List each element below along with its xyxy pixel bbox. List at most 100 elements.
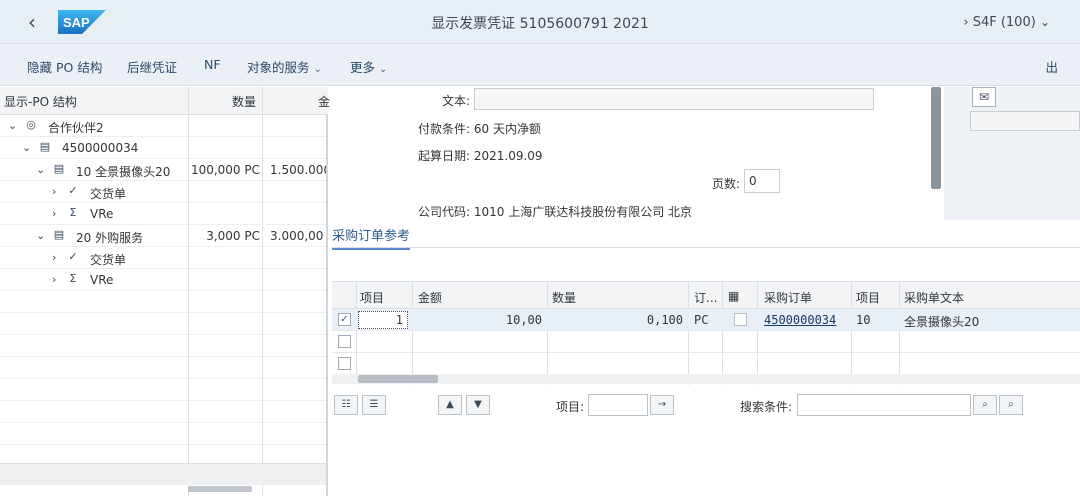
chevron-down-icon[interactable]: ⌄ [36,163,45,176]
more-menu[interactable]: 更多 ⌄ [350,57,387,76]
hide-po-structure-button[interactable]: 隐藏 PO 结构 [27,57,102,76]
tree-row-amount: 1.500.000 [270,163,326,177]
col-order-unit[interactable]: 订... [694,289,717,306]
payment-terms: 付款条件: 60 天内净额 [418,122,541,136]
col-po-item[interactable]: 项目 [856,289,880,306]
col-item[interactable]: 项目 [360,289,384,306]
tree-row[interactable]: ⌄ ▤ 10 全景摄像头20 100,000 PC 1.500.000 [0,159,326,181]
tree-row-empty [0,357,326,379]
tree-header-qty[interactable]: 数量 [232,93,256,110]
system-arrow-icon: › [963,15,969,30]
pages-field[interactable]: 0 [744,169,780,193]
tree-row-label: VRe [90,207,114,221]
tree-header: 显示-PO 结构 数量 金 [0,87,330,115]
unit-cell: PC [694,313,709,327]
tree-row-label: 20 外购服务 [76,231,144,245]
goods-receipt-icon: ✓ [68,184,78,197]
chevron-right-icon[interactable]: › [52,207,56,220]
tree-row-label: 合作伙伴2 [48,121,104,135]
system-menu[interactable]: › S4F (100) ⌄ [963,15,1050,30]
search-label: 搜索条件: [740,400,793,414]
tree-row[interactable]: ⌄ ◎ 合作伙伴2 [0,115,326,137]
po-item-cell: 10 [856,313,871,327]
object-services-menu[interactable]: 对象的服务 ⌄ [247,57,322,76]
tree-row-empty [0,379,326,401]
chevron-right-icon[interactable]: › [52,185,56,198]
chevron-down-icon: ⌄ [313,64,322,75]
vertical-scrollbar[interactable] [931,87,941,189]
search-next-icon[interactable]: ⌕ [999,395,1023,415]
grid-header: 项目 金额 数量 订... ▦ 采购订单 项目 采购单文本 [332,281,1080,309]
row-checkbox[interactable]: ✓ [338,313,351,326]
mail-button[interactable]: ✉ [972,87,996,107]
sort-up-icon[interactable]: ▲ [438,395,462,415]
chevron-down-icon[interactable]: ⌄ [22,141,31,154]
tree-row-qty: 100,000 PC [190,163,260,177]
col-quantity[interactable]: 数量 [552,289,576,306]
col-amount[interactable]: 金额 [418,289,442,306]
tab-strip: 采购订单参考 [332,221,1080,250]
table-row[interactable] [332,331,1080,353]
page-title: 显示发票凭证 5105600791 2021 [431,16,649,32]
tree-row-empty [0,313,326,335]
tree-row-qty: 3,000 PC [206,229,260,243]
tab-po-reference[interactable]: 采购订单参考 [332,225,411,250]
col-po[interactable]: 采购订单 [764,289,812,306]
item-input[interactable] [588,394,648,416]
deselect-all-icon[interactable]: ☰ [362,395,386,415]
grid-scroll-track[interactable] [332,374,1080,384]
col-po-text[interactable]: 采购单文本 [904,289,964,306]
tree-row[interactable]: › ✓ 交货单 [0,181,326,203]
search-input[interactable] [797,394,971,416]
nf-button[interactable]: NF [204,57,221,72]
toolbar-label: 后继凭证 [127,60,178,75]
goto-icon[interactable]: → [650,395,674,415]
tree-row-label: 交货单 [90,253,127,267]
select-all-icon[interactable]: ☷ [334,395,358,415]
follow-on-documents-button[interactable]: 后继凭证 [127,57,177,76]
grid-horizontal-scrollbar[interactable] [358,375,438,383]
amount-cell: 10,00 [505,313,542,327]
exit-button[interactable]: 出 [1045,57,1058,76]
person-icon: ◎ [26,118,36,131]
table-row[interactable] [332,353,1080,375]
baseline-date: 起算日期: 2021.09.09 [418,149,543,163]
chevron-down-icon: ⌄ [1039,15,1050,29]
chevron-down-icon[interactable]: ⌄ [8,119,17,132]
po-link[interactable]: 4500000034 [764,313,836,327]
toolbar: 隐藏 PO 结构 后继凭证 NF 对象的服务 ⌄ 更多 ⌄ 出 [0,44,1080,86]
pages-label: 页数: [712,177,741,191]
row-flag-checkbox[interactable] [734,313,747,326]
document-icon: ▤ [53,228,65,241]
row-checkbox[interactable] [338,357,351,370]
text-field[interactable] [474,88,874,110]
toolbar-label: NF [204,57,221,72]
text-label: 文本: [442,94,471,108]
tree-row-empty [0,423,326,445]
tree-header-amount[interactable]: 金 [318,93,330,110]
tree-row[interactable]: ⌄ ▤ 20 外购服务 3,000 PC 3.000,00 € [0,225,326,247]
search-icon[interactable]: ⌕ [973,395,997,415]
side-panel [944,87,1080,220]
row-checkbox[interactable] [338,335,351,348]
tree-row[interactable]: › ✓ 交货单 [0,247,326,269]
calendar-icon[interactable]: ▦ [728,289,739,303]
tree-row-label: 10 全景摄像头20 [76,165,171,179]
sort-down-icon[interactable]: ▼ [466,395,490,415]
chevron-down-icon: ⌄ [379,64,388,75]
horizontal-scrollbar[interactable] [188,486,252,492]
chevron-down-icon[interactable]: ⌄ [36,229,45,242]
side-field[interactable] [970,111,1080,131]
table-row[interactable]: ✓ 1 10,00 0,100 PC 4500000034 10 全景摄像头20 [332,309,1080,331]
po-text-cell: 全景摄像头20 [904,315,980,329]
system-label: S4F (100) [972,15,1036,30]
chevron-right-icon[interactable]: › [52,273,56,286]
tree-row[interactable]: › Σ VRe [0,269,326,291]
tree-row[interactable]: ⌄ ▤ 4500000034 [0,137,326,159]
shell-bar: ‹ SAP 显示发票凭证 5105600791 2021 › S4F (100)… [0,0,1080,44]
chevron-right-icon[interactable]: › [52,251,56,264]
tree-row[interactable]: › Σ VRe [0,203,326,225]
tree-row-amount: 3.000,00 € [270,229,326,243]
item-field[interactable]: 1 [358,311,408,329]
tree-header-structure[interactable]: 显示-PO 结构 [4,93,77,110]
